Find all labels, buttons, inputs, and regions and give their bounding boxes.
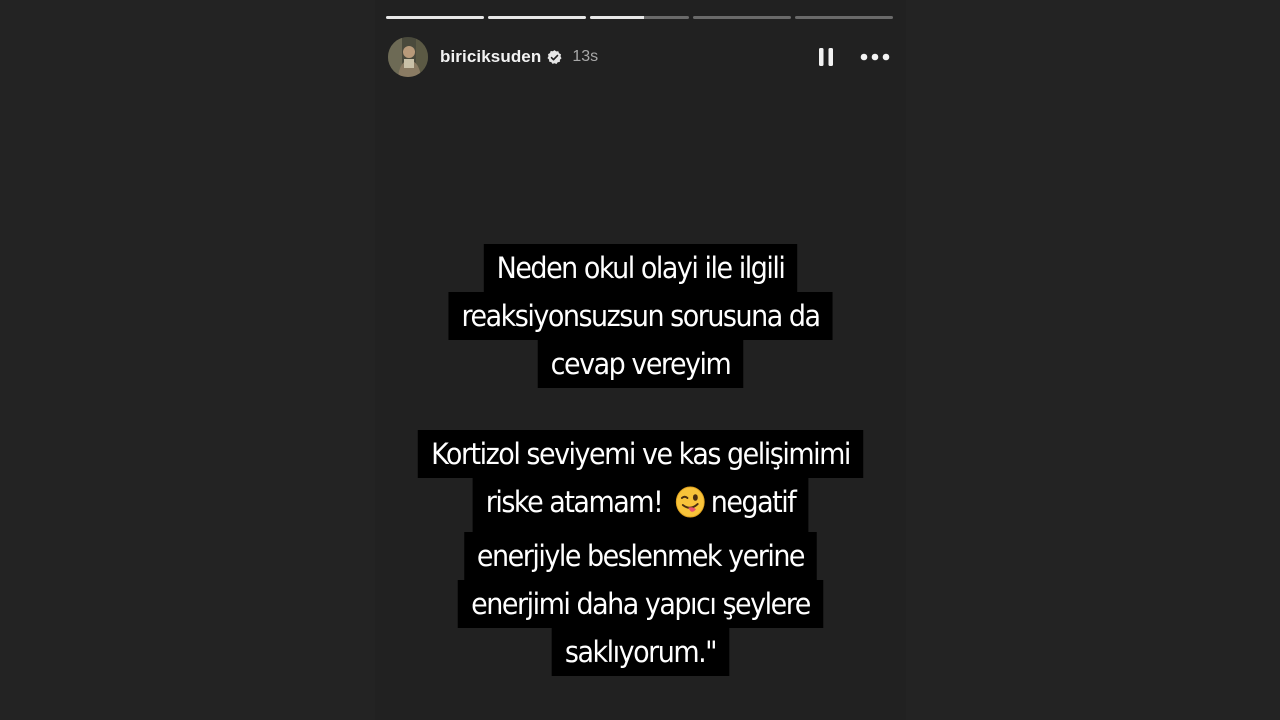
avatar[interactable]: [388, 37, 428, 77]
screen: biriciksuden 13s Neden okul olayi ile il…: [0, 0, 1280, 720]
pause-icon: [819, 48, 833, 66]
caption-line: reaksiyonsuzsun sorusuna da: [448, 292, 833, 340]
progress-segment: [590, 16, 689, 19]
caption-line: Kortizol seviyemi ve kas gelişimimi: [418, 430, 863, 478]
caption-line: saklıyorum.": [551, 628, 730, 676]
verified-badge-icon: [546, 49, 563, 66]
caption-text: negatif: [710, 485, 797, 519]
avatar-photo-icon: [388, 37, 428, 77]
caption-answer: Kortizol seviyemi ve kas gelişimimi risk…: [394, 430, 888, 676]
progress-segment: [794, 16, 894, 19]
progress-segment: [488, 16, 587, 19]
more-options-button[interactable]: [859, 45, 891, 69]
winking-face-with-tongue-emoji-icon: [675, 484, 705, 532]
story-controls: [815, 45, 891, 69]
story-progress-bar: [386, 16, 894, 19]
caption-question: Neden okul olayi ile ilgili reaksiyonsuz…: [394, 244, 888, 388]
caption-line: cevap vereyim: [537, 340, 744, 388]
caption-line: Neden okul olayi ile ilgili: [483, 244, 798, 292]
story-timestamp: 13s: [572, 48, 599, 65]
username[interactable]: biriciksuden: [440, 47, 541, 67]
caption-line: enerjiyle beslenmek yerine: [463, 532, 818, 580]
story-viewer[interactable]: biriciksuden 13s Neden okul olayi ile il…: [375, 0, 906, 720]
caption-line: enerjimi daha yapıcı şeylere: [458, 580, 823, 628]
caption-line-with-emoji: riske atamam! negatif: [472, 478, 809, 532]
progress-segment: [692, 16, 791, 19]
story-header: biriciksuden 13s: [388, 35, 893, 79]
pause-button[interactable]: [815, 45, 837, 69]
more-options-icon: [860, 53, 890, 61]
progress-segment: [386, 16, 485, 19]
caption-text: riske atamam!: [485, 485, 664, 519]
